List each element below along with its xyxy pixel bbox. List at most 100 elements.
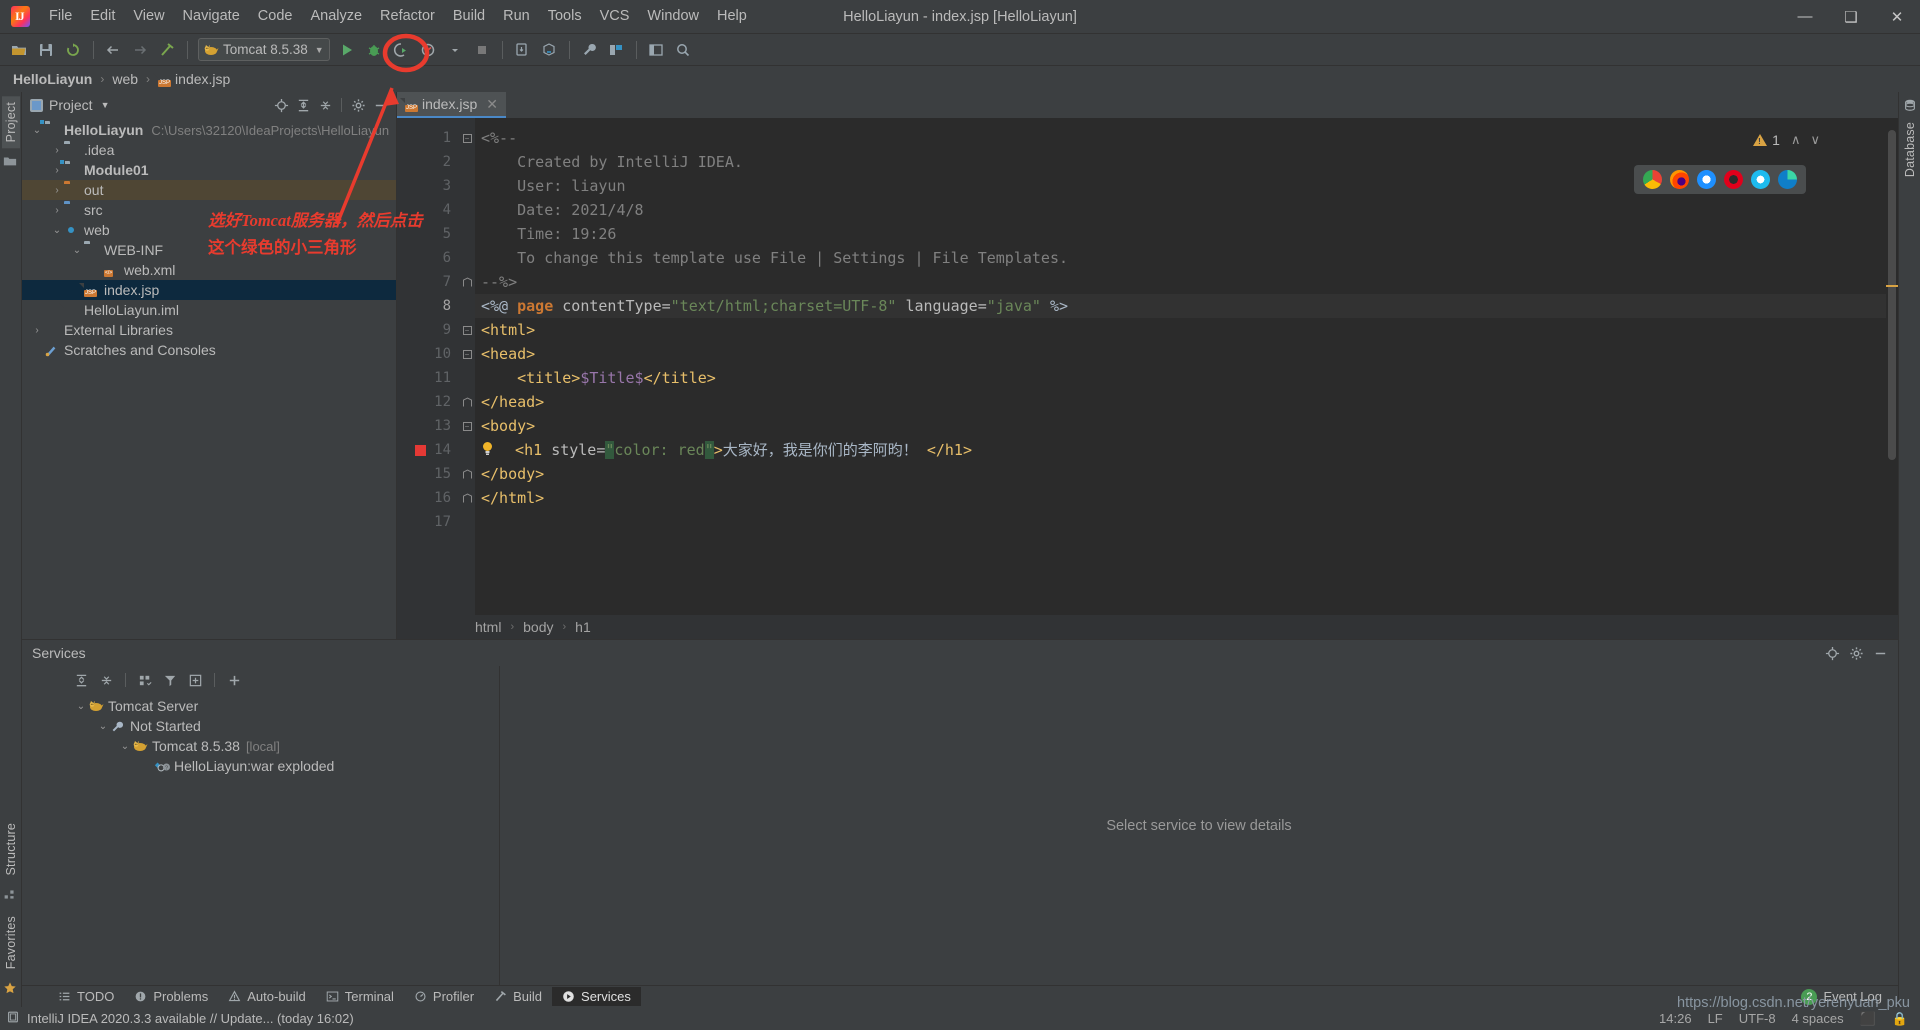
line-number[interactable]: 13	[397, 414, 459, 438]
chevron-down-icon[interactable]: ▼	[101, 100, 110, 110]
project-tree[interactable]: ⌄ HelloLiayun C:\Users\32120\IdeaProjects\…	[22, 118, 396, 639]
debug-icon[interactable]	[361, 37, 387, 63]
code-line[interactable]: --%>	[475, 270, 1886, 294]
tree-item-.idea[interactable]: › .idea	[22, 140, 396, 160]
back-icon[interactable]	[100, 37, 126, 63]
line-number[interactable]: 16	[397, 486, 459, 510]
intention-bulb-icon[interactable]	[481, 439, 495, 463]
next-problem-icon[interactable]: ∨	[1810, 132, 1820, 148]
hide-icon[interactable]	[370, 95, 390, 115]
chevron-right-icon[interactable]: ›	[30, 325, 44, 336]
breakpoint-icon[interactable]	[415, 444, 427, 456]
expand-all-icon[interactable]	[70, 669, 92, 691]
code-line[interactable]: <%--	[475, 126, 1886, 150]
gear-icon[interactable]	[1846, 643, 1866, 663]
collapse-all-icon[interactable]	[95, 669, 117, 691]
minimize-button[interactable]: —	[1782, 0, 1828, 33]
menu-item-code[interactable]: Code	[249, 5, 302, 28]
close-icon[interactable]: ✕	[486, 96, 498, 113]
profiler-icon[interactable]	[415, 37, 441, 63]
editor-gutter[interactable]: 1 2 3 4 5 6 7 8 9 10 11 12 13 14 15 16 17	[397, 118, 459, 615]
line-number[interactable]: 8	[397, 294, 459, 318]
menu-item-refactor[interactable]: Refactor	[371, 5, 444, 28]
locate-target-icon[interactable]	[271, 95, 291, 115]
expand-all-icon[interactable]	[293, 95, 313, 115]
filter-icon[interactable]	[159, 669, 181, 691]
add-tab-icon[interactable]	[184, 669, 206, 691]
editor-breadcrumb-body[interactable]: body	[523, 619, 553, 635]
tree-item-out[interactable]: › out	[22, 180, 396, 200]
chrome-icon[interactable]	[1643, 170, 1662, 189]
code-line[interactable]: <html>	[475, 318, 1886, 342]
prev-problem-icon[interactable]: ∧	[1791, 132, 1801, 148]
tree-item-index.jsp[interactable]: JSP index.jsp	[22, 280, 396, 300]
forward-icon[interactable]	[127, 37, 153, 63]
close-button[interactable]: ✕	[1874, 0, 1920, 33]
tree-item-scratches-and-consoles[interactable]: Scratches and Consoles	[22, 340, 396, 360]
line-number[interactable]: 1	[397, 126, 459, 150]
menu-item-tools[interactable]: Tools	[539, 5, 591, 28]
fold-end-icon[interactable]	[459, 270, 475, 294]
hide-icon[interactable]	[1870, 643, 1890, 663]
code-line[interactable]: <title>$Title$</title>	[475, 366, 1886, 390]
fold-end-icon[interactable]	[459, 390, 475, 414]
run-icon[interactable]	[334, 37, 360, 63]
sync-icon[interactable]	[60, 37, 86, 63]
bottom-tab-services[interactable]: Services	[552, 987, 641, 1006]
line-number[interactable]: 12	[397, 390, 459, 414]
bottom-tab-build[interactable]: Build	[484, 987, 552, 1006]
project-structure-icon[interactable]	[603, 37, 629, 63]
menu-item-navigate[interactable]: Navigate	[174, 5, 249, 28]
code-line[interactable]: <%@ page contentType="text/html;charset=…	[475, 294, 1886, 318]
line-number[interactable]: 2	[397, 150, 459, 174]
menu-item-vcs[interactable]: VCS	[591, 5, 639, 28]
editor-breadcrumb-h1[interactable]: h1	[575, 619, 591, 635]
group-by-icon[interactable]	[134, 669, 156, 691]
tree-item-web-inf[interactable]: ⌄ WEB-INF	[22, 240, 396, 260]
chevron-down-icon[interactable]: ⌄	[96, 721, 110, 732]
deploy-icon[interactable]	[536, 37, 562, 63]
status-item-3[interactable]: 4 spaces	[1792, 1011, 1844, 1026]
bottom-tab-terminal[interactable]: Terminal	[316, 987, 404, 1006]
add-icon[interactable]	[223, 669, 245, 691]
chevron-right-icon[interactable]: ›	[50, 185, 64, 196]
status-item-2[interactable]: UTF-8	[1739, 1011, 1776, 1026]
bottom-tab-todo[interactable]: TODO	[48, 987, 124, 1006]
line-number[interactable]: 6	[397, 246, 459, 270]
locate-target-icon[interactable]	[1822, 643, 1842, 663]
tree-item-module01[interactable]: › Module01	[22, 159, 396, 180]
line-number[interactable]: 3	[397, 174, 459, 198]
breadcrumb-item-web[interactable]: web	[109, 70, 141, 88]
gear-icon[interactable]	[348, 95, 368, 115]
line-number[interactable]: 14	[397, 438, 459, 462]
save-all-icon[interactable]	[33, 37, 59, 63]
scrollbar-thumb[interactable]	[1888, 130, 1896, 460]
line-number[interactable]: 9	[397, 318, 459, 342]
editor-breadcrumb-html[interactable]: html	[475, 619, 501, 635]
line-number[interactable]: 4	[397, 198, 459, 222]
code-line[interactable]: Time: 19:26	[475, 222, 1886, 246]
code-line[interactable]: Date: 2021/4/8	[475, 198, 1886, 222]
fold-collapse-icon[interactable]: −	[459, 414, 475, 438]
chevron-down-icon-2[interactable]	[442, 37, 468, 63]
project-panel-title-group[interactable]: Project ▼	[30, 97, 110, 113]
services-tree[interactable]: ⌄ Tomcat Server ⌄ Not Started ⌄ Tomcat 8.5.38…	[22, 694, 499, 985]
breadcrumb-item-helloliayun[interactable]: HelloLiayun	[10, 70, 95, 88]
code-line[interactable]: </head>	[475, 390, 1886, 414]
status-item-1[interactable]: LF	[1708, 1011, 1723, 1026]
menu-item-run[interactable]: Run	[494, 5, 539, 28]
chevron-down-icon[interactable]: ▼	[315, 45, 324, 55]
tree-item-helloliayun[interactable]: ⌄ HelloLiayun C:\Users\32120\IdeaProjects\…	[22, 119, 396, 140]
fold-collapse-icon[interactable]: −	[459, 126, 475, 150]
menu-item-window[interactable]: Window	[638, 5, 708, 28]
structure-folder-icon[interactable]	[3, 154, 19, 170]
tree-item-web.xml[interactable]: </> web.xml	[22, 260, 396, 280]
line-number[interactable]: 11	[397, 366, 459, 390]
fold-collapse-icon[interactable]: −	[459, 318, 475, 342]
menu-item-edit[interactable]: Edit	[81, 5, 124, 28]
status-message[interactable]: IntelliJ IDEA 2020.3.3 available // Upda…	[27, 1011, 354, 1026]
tree-item-helloliayun.iml[interactable]: HelloLiayun.iml	[22, 300, 396, 320]
menu-item-help[interactable]: Help	[708, 5, 756, 28]
services-item-tomcat-server[interactable]: ⌄ Tomcat Server	[22, 696, 499, 716]
safari-icon[interactable]	[1697, 170, 1716, 189]
